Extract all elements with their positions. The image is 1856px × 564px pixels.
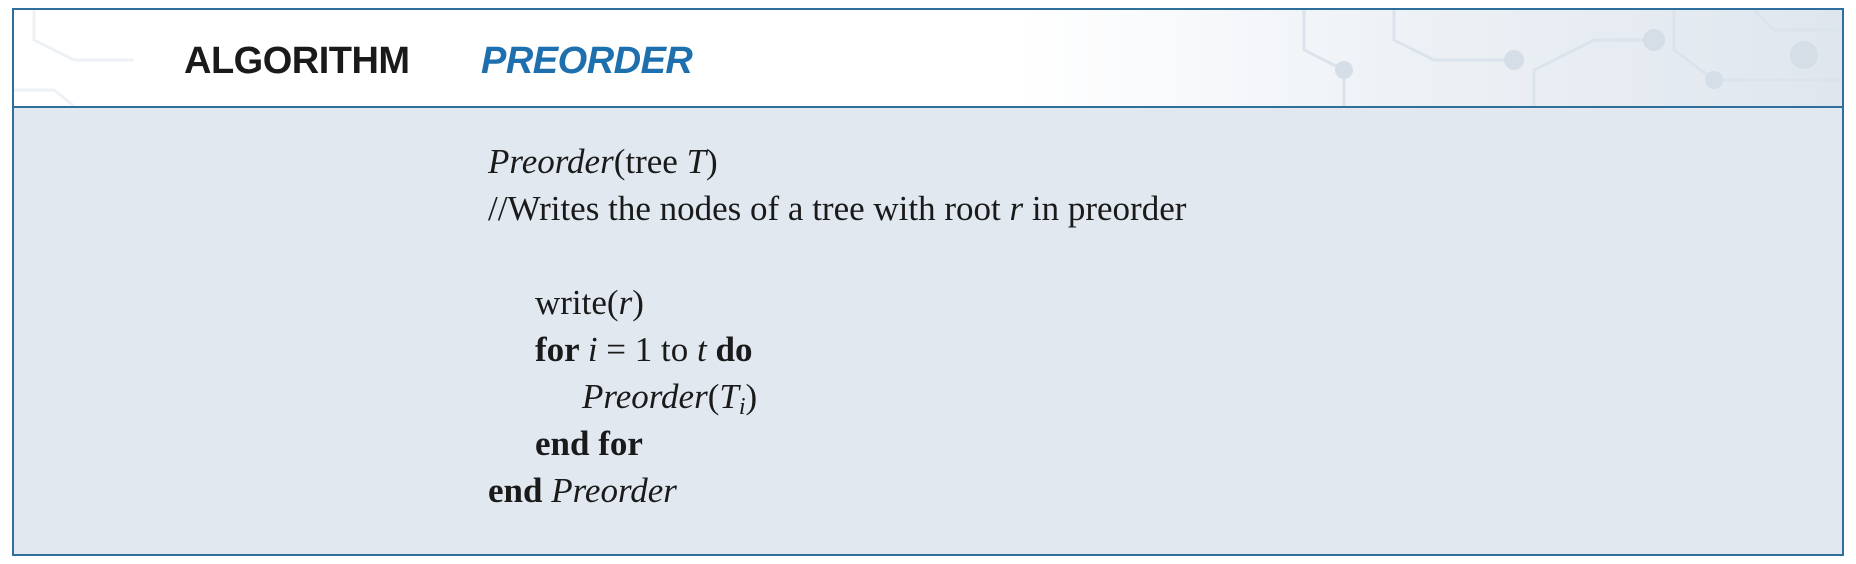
loop-range-text: = 1 to — [597, 330, 698, 369]
call-close-paren: ) — [745, 377, 758, 416]
code-line-comment: //Writes the nodes of a tree with root r… — [488, 185, 1186, 232]
loop-variable-t: t — [697, 330, 707, 369]
subtree-subscript: i — [738, 394, 746, 420]
code-line-for: for i = 1 to t do — [488, 326, 1186, 373]
recursive-procedure-name: Preorder — [582, 377, 708, 416]
algorithm-header: ALGORITHM PREORDER — [14, 10, 1842, 108]
subtree-variable: T — [719, 377, 739, 416]
code-line-signature: Preorder(tree T) — [488, 138, 1186, 185]
comment-variable: r — [1009, 189, 1024, 228]
comment-text-end: in preorder — [1023, 189, 1187, 228]
code-line-end-procedure: end Preorder — [488, 467, 1186, 514]
algorithm-label: ALGORITHM — [184, 40, 410, 82]
signature-close: ) — [706, 142, 718, 181]
code-line-recursive-call: Preorder(Ti) — [488, 373, 1186, 420]
end-for-keyword: end for — [535, 424, 643, 463]
comment-text-start: //Writes the nodes of a tree with root — [488, 189, 1010, 228]
param-variable: T — [686, 142, 707, 181]
algorithm-title: PREORDER — [481, 40, 693, 82]
procedure-name: Preorder — [488, 142, 614, 181]
loop-variable-i: i — [587, 330, 598, 369]
do-keyword: do — [706, 330, 753, 369]
code-line-write: write(r) — [488, 279, 1186, 326]
code-line-end-for: end for — [488, 420, 1186, 467]
write-function: write( — [535, 283, 619, 322]
end-keyword: end — [488, 471, 552, 510]
write-close: ) — [632, 283, 644, 322]
pseudocode-block: Preorder(tree T) //Writes the nodes of a… — [488, 138, 1186, 514]
algorithm-box: ALGORITHM PREORDER Preorder(tree T) //Wr… — [12, 8, 1844, 556]
end-procedure-name: Preorder — [551, 471, 677, 510]
call-open-paren: ( — [707, 377, 720, 416]
signature-params: (tree — [613, 142, 687, 181]
for-keyword: for — [535, 330, 588, 369]
write-variable: r — [618, 283, 633, 322]
